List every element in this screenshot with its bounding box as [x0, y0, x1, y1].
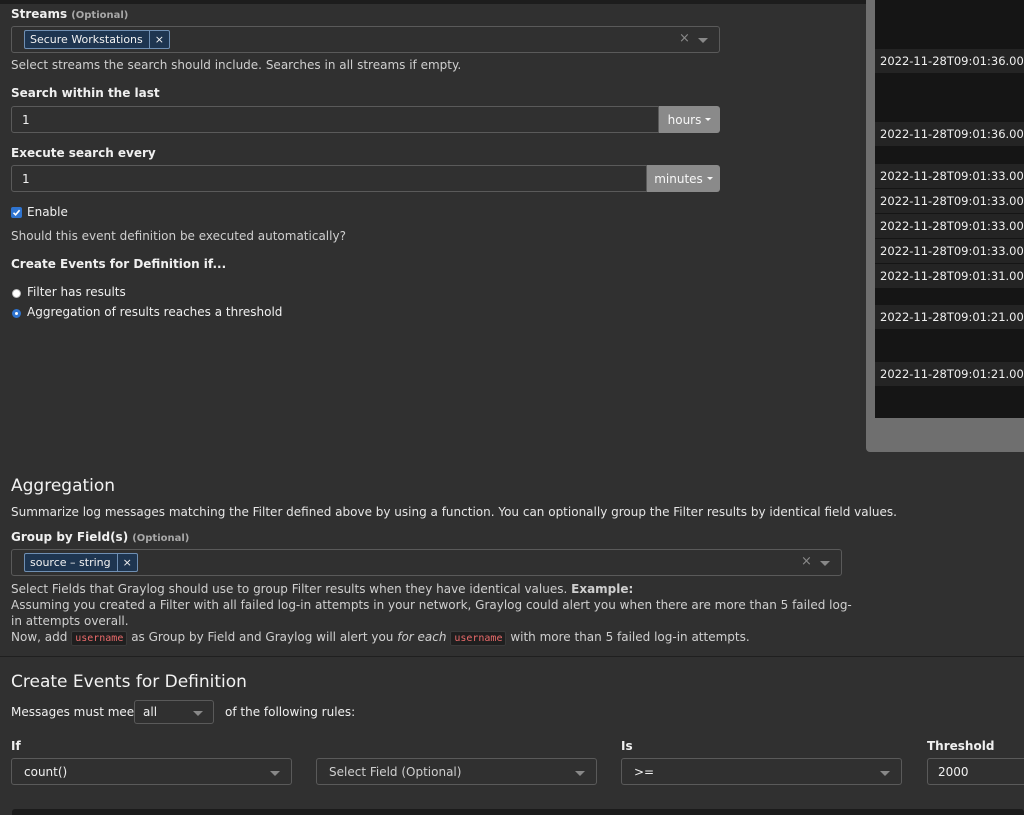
- execute-every-input[interactable]: 1: [11, 165, 647, 192]
- operator-value: >=: [634, 765, 655, 779]
- enable-checkbox[interactable]: [11, 207, 22, 218]
- code-username: username: [71, 631, 128, 646]
- chevron-down-icon[interactable]: [698, 38, 708, 43]
- streams-optional: (Optional): [71, 10, 129, 21]
- streams-help: Select streams the search should include…: [11, 58, 462, 72]
- enable-label[interactable]: Enable: [27, 205, 68, 219]
- streams-label-row: Streams (Optional): [11, 7, 128, 21]
- is-label: Is: [621, 739, 633, 753]
- group-by-help-text: Select Fields that Graylog should use to…: [11, 582, 568, 596]
- chevron-down-icon: [270, 771, 280, 776]
- group-by-label: Group by Field(s): [11, 530, 129, 544]
- search-within-unit: hours: [667, 112, 702, 127]
- group-by-help: Select Fields that Graylog should use to…: [11, 581, 861, 647]
- timestamp-item: 2022-11-28T09:01:33.000Z: [875, 164, 1024, 188]
- field-placeholder: Select Field (Optional): [329, 765, 462, 779]
- stream-tag: Secure Workstations ×: [24, 30, 170, 49]
- group-by-help-line3c: with more than 5 failed log-in attempts.: [510, 630, 750, 644]
- code-username: username: [450, 631, 507, 646]
- stream-tag-label: Secure Workstations: [30, 33, 143, 46]
- function-value: count(): [24, 765, 68, 779]
- group-by-help-example: Example:: [571, 582, 634, 596]
- radio-filter-has-results[interactable]: Filter has results: [27, 285, 126, 299]
- meet-select[interactable]: all: [134, 700, 214, 724]
- streams-label: Streams: [11, 7, 68, 21]
- group-by-tag-label: source – string: [30, 556, 111, 569]
- group-by-help-emphasis: for each: [397, 630, 447, 644]
- group-by-label-row: Group by Field(s) (Optional): [11, 530, 189, 544]
- timestamp-item: 2022-11-28T09:01:21.000Z: [875, 362, 1024, 386]
- aggregation-description: Summarize log messages matching the Filt…: [11, 505, 897, 519]
- enable-help: Should this event definition be executed…: [11, 229, 346, 243]
- remove-tag-icon[interactable]: ×: [116, 554, 137, 571]
- checkbox-icon: [12, 209, 21, 216]
- search-within-label: Search within the last: [11, 86, 160, 100]
- remove-tag-icon[interactable]: ×: [148, 31, 169, 48]
- timestamp-item: 2022-11-28T09:01:33.000Z: [875, 214, 1024, 238]
- threshold-value: 2000: [938, 765, 969, 779]
- chevron-down-icon: [880, 771, 890, 776]
- function-select[interactable]: count(): [11, 758, 292, 785]
- create-events-title: Create Events for Definition: [11, 672, 247, 692]
- group-by-help-line2: Assuming you created a Filter with all f…: [11, 598, 852, 628]
- timestamp-item: 2022-11-28T09:01:36.000Z: [875, 122, 1024, 146]
- execute-every-unit: minutes: [654, 171, 703, 186]
- chevron-down-icon: [705, 118, 712, 121]
- field-select[interactable]: Select Field (Optional): [316, 758, 597, 785]
- threshold-input[interactable]: 2000: [927, 758, 1024, 785]
- threshold-label: Threshold: [927, 739, 995, 753]
- meet-prefix: Messages must meet: [11, 705, 139, 719]
- timestamp-item: 2022-11-28T09:01:31.000Z: [875, 264, 1024, 288]
- timestamp-item: 2022-11-28T09:01:21.000Z: [875, 305, 1024, 329]
- group-by-optional: (Optional): [132, 533, 190, 544]
- divider: [0, 656, 1024, 657]
- meet-suffix: of the following rules:: [225, 705, 356, 719]
- if-label: If: [11, 739, 21, 753]
- operator-select[interactable]: >=: [621, 758, 902, 785]
- chevron-down-icon[interactable]: [820, 561, 830, 566]
- aggregation-title: Aggregation: [11, 476, 116, 496]
- clear-icon[interactable]: ×: [679, 31, 690, 46]
- search-within-value: 1: [22, 113, 30, 127]
- execute-every-unit-button[interactable]: minutes: [647, 165, 720, 192]
- create-if-label: Create Events for Definition if...: [11, 257, 227, 271]
- clear-icon[interactable]: ×: [801, 554, 812, 569]
- meet-value: all: [143, 705, 158, 719]
- chevron-down-icon: [193, 711, 203, 716]
- search-within-unit-button[interactable]: hours: [659, 106, 720, 133]
- streams-select[interactable]: Secure Workstations × ×: [11, 26, 720, 53]
- chevron-down-icon: [575, 771, 585, 776]
- execute-every-label: Execute search every: [11, 146, 156, 160]
- timestamp-item: 2022-11-28T09:01:33.000Z: [875, 239, 1024, 263]
- timestamp-item: 2022-11-28T09:01:33.000Z: [875, 189, 1024, 213]
- timestamp-item: 2022-11-28T09:01:36.000Z: [875, 49, 1024, 73]
- group-by-help-line3b: as Group by Field and Graylog will alert…: [131, 630, 394, 644]
- chevron-down-icon: [706, 177, 713, 180]
- group-by-help-line3a: Now, add: [11, 630, 68, 644]
- radio-icon[interactable]: [12, 309, 21, 318]
- group-by-select[interactable]: source – string × ×: [11, 549, 842, 576]
- search-within-input[interactable]: 1: [11, 106, 659, 133]
- bottom-panel-edge: [12, 809, 1024, 815]
- group-by-tag: source – string ×: [24, 553, 138, 572]
- radio-aggregation-threshold[interactable]: Aggregation of results reaches a thresho…: [27, 305, 282, 319]
- radio-icon[interactable]: [12, 289, 21, 298]
- execute-every-value: 1: [22, 172, 30, 186]
